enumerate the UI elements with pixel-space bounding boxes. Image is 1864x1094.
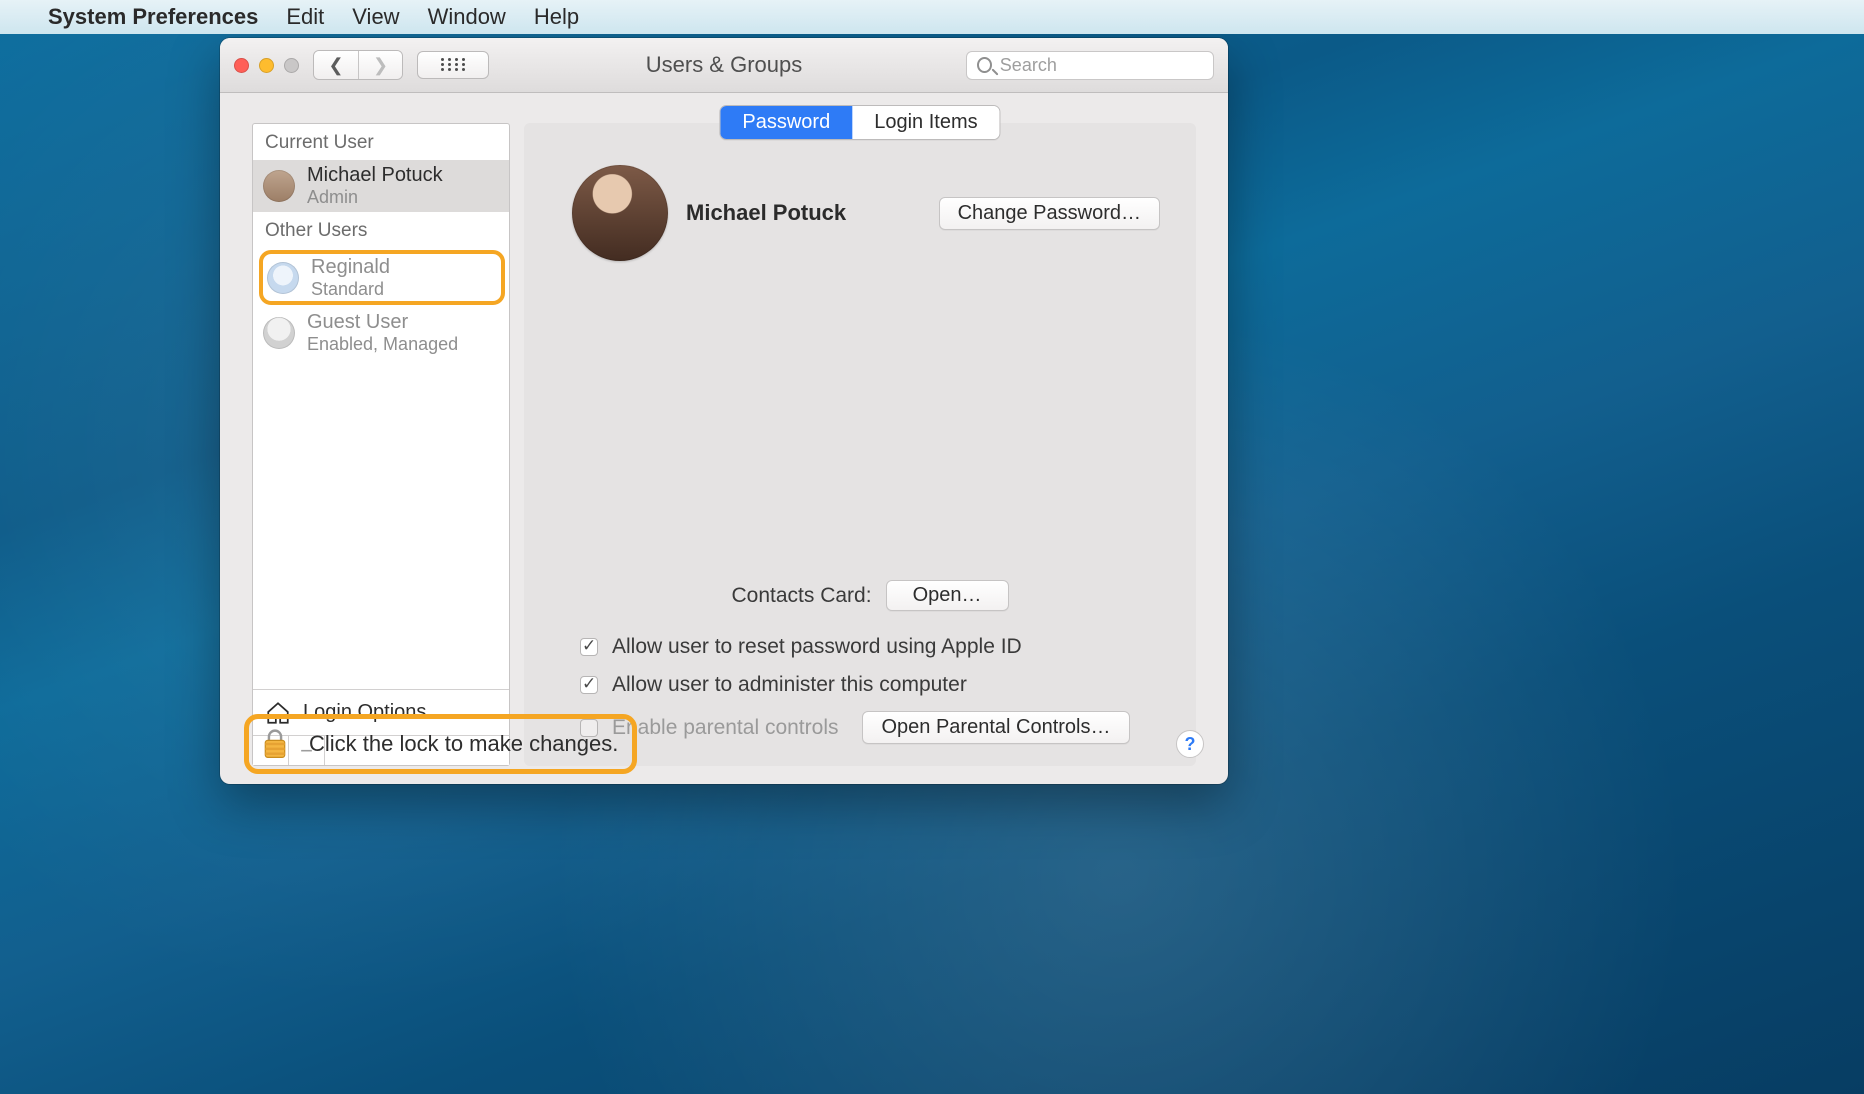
checkbox-row-reset-appleid[interactable]: Allow user to reset password using Apple…	[580, 635, 1160, 659]
app-menu[interactable]: System Preferences	[48, 4, 258, 30]
sidebar-user-reginald[interactable]: Reginald Standard	[265, 254, 499, 302]
user-detail-panel: Password Login Items Michael Potuck Chan…	[524, 123, 1196, 766]
menubar: System Preferences Edit View Window Help	[0, 0, 1864, 34]
checkbox-label: Allow user to reset password using Apple…	[612, 635, 1022, 659]
checkbox-row-administer[interactable]: Allow user to administer this computer	[580, 673, 1160, 697]
section-other-users: Other Users	[253, 212, 509, 248]
highlight-annotation: Reginald Standard	[259, 250, 505, 306]
forward-button[interactable]: ❯	[358, 51, 402, 79]
checkbox-label: Allow user to administer this computer	[612, 673, 967, 697]
zoom-button[interactable]	[284, 58, 299, 73]
avatar-icon	[267, 262, 299, 294]
contacts-card-label: Contacts Card:	[732, 584, 872, 608]
user-avatar[interactable]	[572, 165, 668, 261]
nav-back-forward: ❮ ❯	[313, 50, 403, 80]
checkbox-administer[interactable]	[580, 676, 598, 694]
prefs-window: ❮ ❯ Users & Groups Current User	[220, 38, 1228, 784]
section-current-user: Current User	[253, 124, 509, 160]
open-contacts-card-button[interactable]: Open…	[886, 580, 1009, 611]
close-button[interactable]	[234, 58, 249, 73]
window-controls	[234, 58, 299, 73]
titlebar: ❮ ❯ Users & Groups	[220, 38, 1228, 93]
sidebar-user-current[interactable]: Michael Potuck Admin	[253, 160, 509, 212]
menu-help[interactable]: Help	[534, 4, 579, 30]
user-role: Standard	[311, 279, 390, 300]
menu-window[interactable]: Window	[428, 4, 506, 30]
users-sidebar: Current User Michael Potuck Admin Other …	[252, 123, 510, 766]
panel-user-name: Michael Potuck	[686, 200, 846, 226]
user-role: Admin	[307, 187, 443, 208]
search-field[interactable]	[966, 51, 1214, 80]
grid-icon	[441, 58, 465, 72]
avatar-icon	[263, 317, 295, 349]
tab-login-items[interactable]: Login Items	[852, 106, 999, 139]
back-button[interactable]: ❮	[314, 51, 358, 79]
search-input[interactable]	[1000, 55, 1203, 76]
lock-annotation: Click the lock to make changes.	[244, 714, 637, 774]
help-button[interactable]: ?	[1176, 730, 1204, 758]
menu-view[interactable]: View	[352, 4, 399, 30]
menu-edit[interactable]: Edit	[286, 4, 324, 30]
sidebar-user-guest[interactable]: Guest User Enabled, Managed	[253, 307, 509, 359]
user-name: Guest User	[307, 311, 458, 334]
user-name: Michael Potuck	[307, 164, 443, 187]
minimize-button[interactable]	[259, 58, 274, 73]
search-icon	[977, 57, 992, 73]
window-footer: Click the lock to make changes. ?	[244, 714, 1204, 774]
user-role: Enabled, Managed	[307, 334, 458, 355]
user-name: Reginald	[311, 256, 390, 279]
lock-icon[interactable]	[259, 727, 291, 761]
avatar-icon	[263, 170, 295, 202]
change-password-button[interactable]: Change Password…	[939, 197, 1160, 230]
checkbox-reset-appleid[interactable]	[580, 638, 598, 656]
show-all-button[interactable]	[417, 51, 489, 79]
panel-tabs: Password Login Items	[719, 105, 1000, 140]
tab-password[interactable]: Password	[720, 106, 852, 139]
lock-text: Click the lock to make changes.	[309, 731, 618, 757]
